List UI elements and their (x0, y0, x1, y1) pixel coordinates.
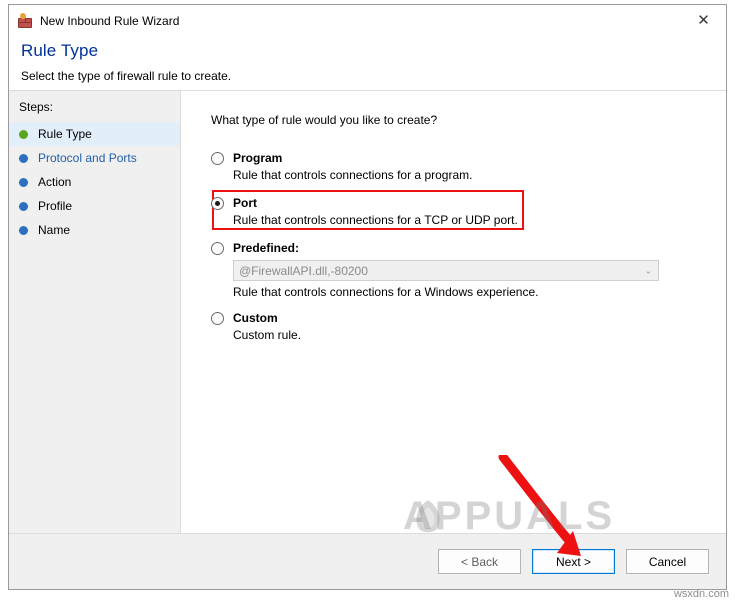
option-custom[interactable]: Custom Custom rule. (211, 311, 726, 342)
wizard-header: Rule Type Select the type of firewall ru… (9, 37, 726, 91)
radio-predefined[interactable] (211, 242, 224, 255)
option-port[interactable]: Port Rule that controls connections for … (211, 190, 726, 230)
predefined-dropdown[interactable]: @FirewallAPI.dll,-80200 ⌄ (233, 260, 659, 281)
sidebar-item-action[interactable]: Action (9, 170, 180, 194)
sidebar-item-label: Name (38, 223, 71, 237)
sidebar-item-profile[interactable]: Profile (9, 194, 180, 218)
window-title: New Inbound Rule Wizard (40, 14, 180, 28)
close-icon[interactable]: ✕ (681, 5, 726, 35)
option-custom-label: Custom (233, 311, 278, 325)
wizard-window: New Inbound Rule Wizard ✕ Rule Type Sele… (8, 4, 727, 590)
step-bullet-icon (19, 177, 28, 187)
question-text: What type of rule would you like to crea… (211, 113, 438, 127)
sidebar-item-label: Rule Type (38, 127, 92, 141)
sidebar-item-protocol-and-ports[interactable]: Protocol and Ports (9, 146, 180, 170)
wizard-body: Steps: Rule Type Protocol and Ports Acti… (9, 91, 726, 533)
option-predefined-label: Predefined: (233, 241, 300, 255)
wizard-footer: < Back Next > Cancel (9, 533, 726, 589)
option-port-label: Port (233, 196, 257, 210)
step-bullet-icon (19, 201, 28, 211)
radio-port[interactable] (211, 197, 224, 210)
option-predefined-description: Rule that controls connections for a Win… (233, 285, 539, 299)
firewall-brick-icon (17, 13, 33, 29)
next-button[interactable]: Next > (532, 549, 615, 574)
option-port-description: Rule that controls connections for a TCP… (233, 213, 518, 227)
option-custom-description: Custom rule. (233, 328, 302, 342)
sidebar-item-label: Profile (38, 199, 73, 213)
back-button[interactable]: < Back (438, 549, 521, 574)
step-bullet-icon (19, 129, 28, 139)
sidebar-item-rule-type[interactable]: Rule Type (9, 122, 180, 146)
step-bullet-icon (19, 153, 28, 163)
page-subtitle: Select the type of firewall rule to crea… (21, 69, 232, 83)
option-program-description: Rule that controls connections for a pro… (233, 168, 473, 182)
radio-program[interactable] (211, 152, 224, 165)
content-pane: What type of rule would you like to crea… (181, 91, 726, 533)
sidebar-item-label: Protocol and Ports (38, 151, 137, 165)
page-title: Rule Type (21, 41, 99, 60)
chevron-down-icon: ⌄ (644, 265, 652, 275)
cancel-button[interactable]: Cancel (626, 549, 709, 574)
step-bullet-icon (19, 225, 28, 235)
option-predefined[interactable]: Predefined: @FirewallAPI.dll,-80200 ⌄ Ru… (211, 241, 726, 299)
sidebar-item-name[interactable]: Name (9, 218, 180, 242)
window-titlebar: New Inbound Rule Wizard ✕ (9, 5, 726, 37)
sidebar-item-label: Action (38, 175, 72, 189)
site-url-label: wsxdn.com (673, 588, 729, 600)
steps-sidebar: Steps: Rule Type Protocol and Ports Acti… (9, 91, 181, 533)
steps-heading: Steps: (19, 100, 54, 114)
option-program[interactable]: Program Rule that controls connections f… (211, 151, 726, 182)
radio-custom[interactable] (211, 312, 224, 325)
option-program-label: Program (233, 151, 283, 165)
predefined-dropdown-value: @FirewallAPI.dll,-80200 (239, 263, 368, 278)
